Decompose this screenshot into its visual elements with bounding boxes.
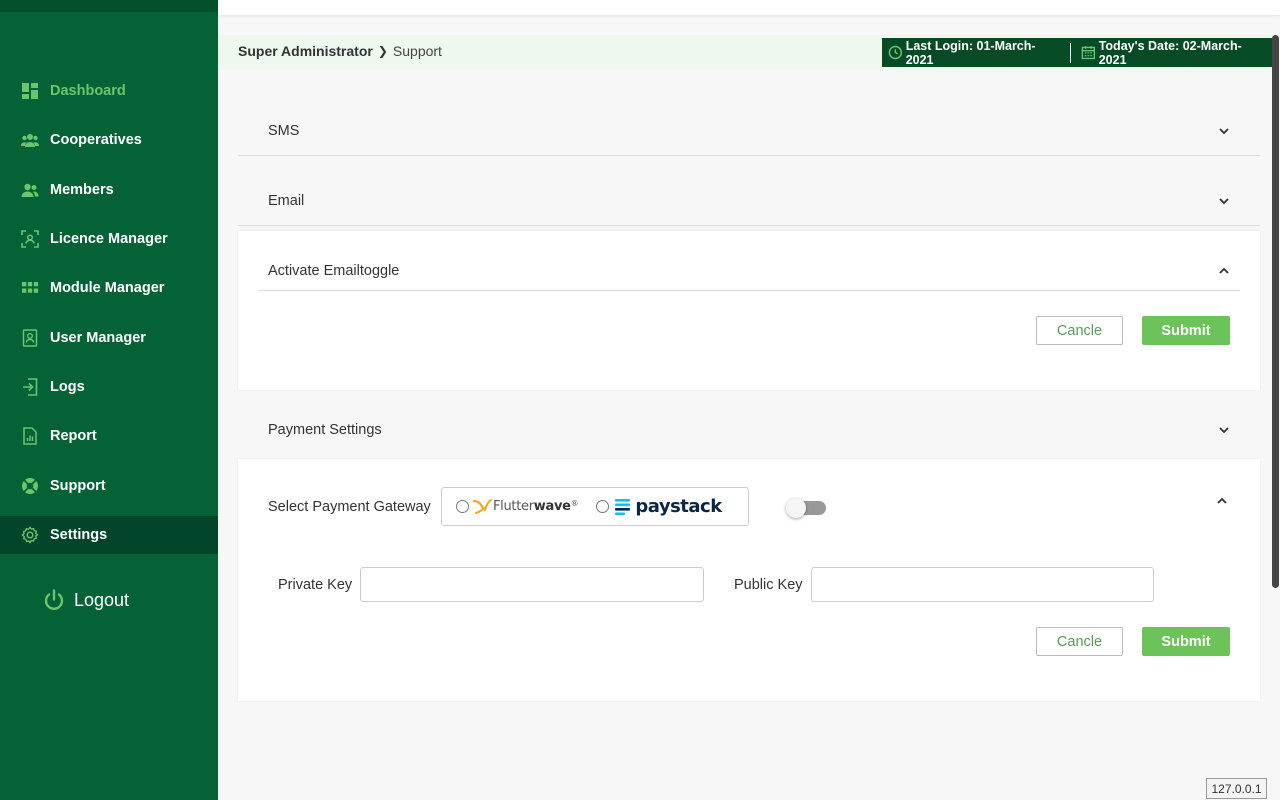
activate-email-card: Activate Emailtoggle Cancle Submit bbox=[238, 231, 1260, 390]
login-icon bbox=[21, 378, 39, 396]
flutterwave-radio[interactable] bbox=[456, 500, 469, 513]
submit-button[interactable]: Submit bbox=[1142, 627, 1230, 656]
logout-label: Logout bbox=[74, 589, 130, 610]
sidebar-item-label: Members bbox=[50, 182, 114, 198]
top-bar bbox=[218, 0, 1280, 15]
paystack-logo: paystack bbox=[613, 496, 722, 517]
private-key-label: Private Key bbox=[278, 577, 353, 593]
report-icon bbox=[21, 427, 39, 445]
chevron-down-icon bbox=[1219, 427, 1229, 434]
panel-title: SMS bbox=[268, 122, 300, 139]
last-login-text: Last Login: 01-March-2021 bbox=[905, 38, 1036, 67]
sidebar-item-support[interactable]: Support bbox=[0, 467, 218, 505]
todays-date-text: Today's Date: 02-March-2021 bbox=[1098, 38, 1242, 67]
chevron-down-icon bbox=[1219, 127, 1229, 134]
power-icon bbox=[44, 589, 64, 610]
sidebar-item-logs[interactable]: Logs bbox=[0, 368, 218, 406]
scrollbar-thumb[interactable] bbox=[1272, 35, 1279, 588]
breadcrumb-root[interactable]: Super Administrator bbox=[238, 43, 373, 59]
submit-button[interactable]: Submit bbox=[1142, 316, 1230, 345]
gateway-toggle[interactable] bbox=[786, 498, 826, 518]
sidebar-item-label: User Manager bbox=[50, 330, 146, 346]
licence-icon bbox=[21, 230, 39, 248]
paystack-radio[interactable] bbox=[596, 500, 610, 513]
sidebar-top-strip bbox=[0, 0, 218, 12]
divider bbox=[1070, 42, 1072, 63]
sidebar-item-module-manager[interactable]: Module Manager bbox=[0, 269, 218, 307]
flutterwave-icon bbox=[473, 498, 492, 514]
sidebar-item-report[interactable]: Report bbox=[0, 417, 218, 455]
chevron-down-icon bbox=[1219, 197, 1229, 204]
toggle-knob bbox=[786, 498, 806, 518]
gear-icon bbox=[21, 526, 39, 544]
chevron-right-icon: ❯ bbox=[377, 44, 388, 58]
flutterwave-text: Flutterwave® bbox=[493, 499, 579, 514]
panel-title: Activate Emailtoggle bbox=[268, 262, 400, 279]
activate-email-header[interactable]: Activate Emailtoggle bbox=[258, 251, 1240, 291]
ip-badge: 127.0.0.1 bbox=[1206, 778, 1267, 799]
email-panel-header[interactable]: Email bbox=[238, 176, 1260, 226]
date-info-box: Last Login: 01-March-2021 Today's Date: … bbox=[882, 38, 1272, 67]
flutterwave-prefix: Flutter bbox=[493, 499, 534, 514]
sidebar-item-cooperatives[interactable]: Cooperatives bbox=[0, 121, 218, 159]
payment-gateway-card: Select Payment Gateway Flutterwave® pays… bbox=[238, 459, 1260, 701]
sidebar-item-label: Module Manager bbox=[50, 280, 165, 296]
payment-settings-panel-header[interactable]: Payment Settings bbox=[238, 405, 1260, 455]
private-key-input[interactable] bbox=[360, 567, 704, 602]
sidebar-item-members[interactable]: Members bbox=[0, 171, 218, 209]
group-icon bbox=[21, 131, 39, 149]
cancel-button[interactable]: Cancle bbox=[1036, 627, 1123, 656]
logout-button[interactable]: Logout bbox=[42, 588, 129, 612]
breadcrumb-bar: Super Administrator ❯ Support Last Login… bbox=[218, 35, 1272, 70]
sidebar-item-label: Licence Manager bbox=[50, 231, 168, 247]
todays-date: Today's Date: 02-March-2021 bbox=[1075, 39, 1272, 67]
panel-title: Payment Settings bbox=[268, 422, 382, 438]
flutterwave-logo: Flutterwave® bbox=[473, 498, 579, 516]
paystack-icon bbox=[615, 498, 631, 515]
paystack-text: paystack bbox=[635, 496, 722, 517]
sidebar-item-settings[interactable]: Settings bbox=[0, 516, 218, 554]
flutterwave-mark: ® bbox=[570, 499, 579, 508]
sms-panel-header[interactable]: SMS bbox=[238, 106, 1260, 156]
sidebar-item-label: Cooperatives bbox=[50, 132, 142, 148]
sidebar-item-user-manager[interactable]: User Manager bbox=[0, 319, 218, 357]
flutterwave-suffix: wave bbox=[533, 499, 571, 514]
sidebar: Dashboard Cooperatives Members Licence M… bbox=[0, 0, 218, 800]
sidebar-item-label: Dashboard bbox=[50, 83, 126, 99]
public-key-input[interactable] bbox=[811, 567, 1154, 602]
breadcrumb-current: Support bbox=[392, 43, 442, 59]
cancel-button[interactable]: Cancle bbox=[1036, 316, 1123, 345]
gateway-label: Select Payment Gateway bbox=[268, 499, 431, 515]
members-icon bbox=[21, 181, 39, 199]
lifebuoy-icon bbox=[21, 477, 39, 495]
panel-title: Email bbox=[268, 192, 305, 209]
sidebar-item-label: Settings bbox=[50, 527, 108, 543]
breadcrumb: Super Administrator ❯ Support bbox=[238, 43, 442, 59]
sidebar-item-label: Report bbox=[50, 428, 97, 444]
chevron-up-icon[interactable] bbox=[1216, 495, 1228, 507]
sidebar-item-dashboard[interactable]: Dashboard bbox=[0, 72, 218, 110]
grid-icon bbox=[21, 279, 39, 297]
sidebar-item-licence-manager[interactable]: Licence Manager bbox=[0, 220, 218, 258]
clock-icon bbox=[888, 45, 903, 60]
dashboard-icon bbox=[21, 82, 39, 100]
scrollbar[interactable] bbox=[1271, 35, 1280, 590]
gateway-options: Flutterwave® paystack bbox=[441, 487, 749, 526]
public-key-label: Public Key bbox=[734, 577, 803, 593]
sidebar-item-label: Logs bbox=[50, 379, 85, 395]
sidebar-item-label: Support bbox=[50, 478, 106, 494]
user-card-icon bbox=[21, 329, 39, 347]
chevron-up-icon bbox=[1219, 267, 1229, 274]
calendar-icon bbox=[1081, 46, 1096, 60]
last-login: Last Login: 01-March-2021 bbox=[882, 39, 1066, 67]
